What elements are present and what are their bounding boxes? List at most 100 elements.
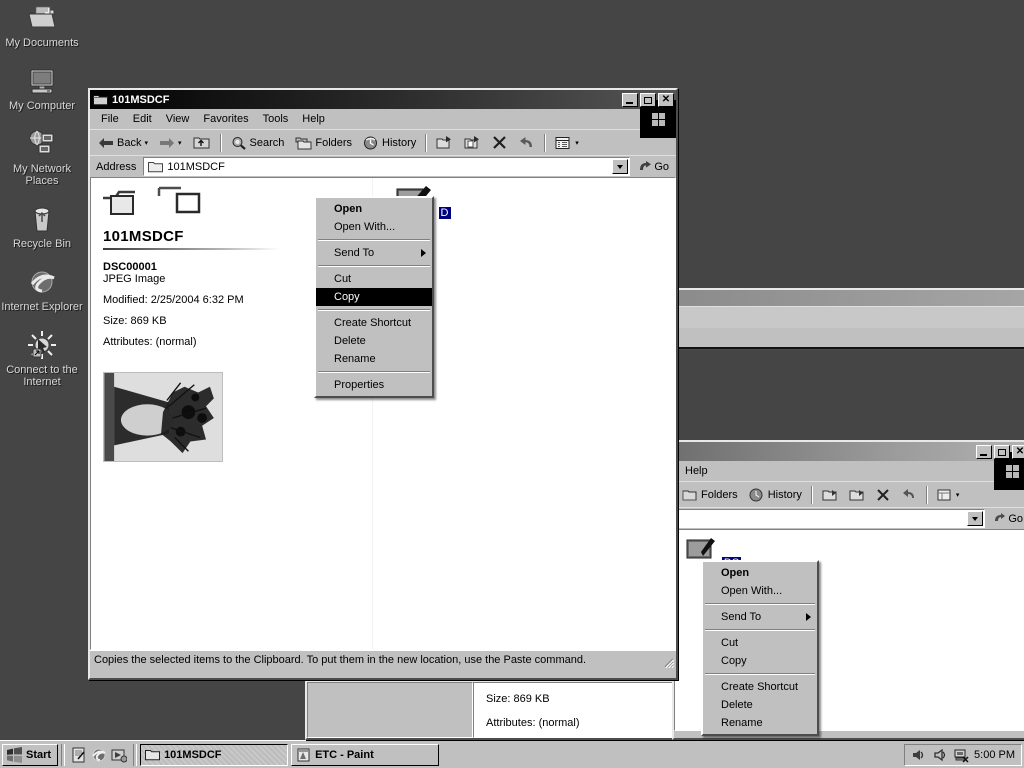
- network-status-icon[interactable]: [953, 747, 969, 763]
- menu-favorites[interactable]: Favorites: [196, 111, 255, 127]
- menu-edit[interactable]: Edit: [126, 111, 159, 127]
- system-tray[interactable]: 5:00 PM: [904, 743, 1022, 766]
- minimize-button[interactable]: [976, 444, 992, 459]
- second-context-menu-cut[interactable]: Cut: [703, 634, 817, 652]
- computer-icon: [30, 69, 54, 94]
- menu-help[interactable]: Help: [295, 111, 332, 127]
- minimize-button[interactable]: [622, 92, 638, 107]
- addressbar[interactable]: Address 101MSDCF Go: [90, 155, 676, 177]
- folders-button[interactable]: Folders: [290, 132, 357, 154]
- context-menu-create-shortcut[interactable]: Create Shortcut: [316, 314, 432, 332]
- toolbar-separator: [810, 485, 813, 504]
- undo-button[interactable]: [513, 131, 540, 154]
- menu-tools[interactable]: Tools: [256, 111, 296, 127]
- context-menu-copy[interactable]: Copy: [316, 288, 432, 306]
- desktop-icon-my-documents[interactable]: My Documents: [0, 2, 84, 49]
- menu-view[interactable]: View: [159, 111, 197, 127]
- back-caret-icon[interactable]: ▾: [144, 139, 148, 147]
- second-window-toolbar[interactable]: Folders History ▾: [674, 481, 1024, 507]
- second-context-menu-item-label: Send To: [721, 611, 762, 623]
- move-to-button[interactable]: [817, 484, 843, 506]
- copy-to-folder-icon: [849, 489, 864, 500]
- context-menu-delete[interactable]: Delete: [316, 332, 432, 350]
- undo-button[interactable]: [896, 484, 922, 506]
- second-explorer-window[interactable]: ✕ Help Folders History ▾ Go Open Open Wi…: [672, 440, 1024, 740]
- second-context-menu-delete[interactable]: Delete: [703, 696, 817, 714]
- context-menu-open[interactable]: Open: [316, 200, 432, 218]
- desktop-icon-connect-to-the-internet[interactable]: Connect to the Internet: [0, 329, 84, 388]
- copy-to-button[interactable]: [844, 484, 870, 506]
- task-button-label: 101MSDCF: [164, 748, 222, 761]
- second-context-menu-rename[interactable]: Rename: [703, 714, 817, 732]
- media-player-icon[interactable]: [111, 747, 128, 763]
- up-button[interactable]: [188, 131, 216, 154]
- folders-button[interactable]: Folders: [677, 484, 743, 506]
- second-context-menu-copy[interactable]: Copy: [703, 652, 817, 670]
- desktop[interactable]: My Documents My Computer My Network Plac…: [0, 0, 1024, 740]
- maximize-button[interactable]: [994, 444, 1010, 459]
- file-context-menu[interactable]: Open Open With... Send To Cut Copy Create Sho…: [314, 196, 434, 398]
- desktop-icon-internet-explorer[interactable]: Internet Explorer: [0, 266, 84, 313]
- sound-icon[interactable]: [932, 747, 948, 763]
- third-explorer-window[interactable]: Size: 869 KB Attributes: (normal): [305, 680, 677, 740]
- second-context-menu-open-with[interactable]: Open With...: [703, 582, 817, 600]
- context-menu-send-to[interactable]: Send To: [316, 244, 432, 262]
- second-window-context-menu[interactable]: Open Open With... Send To Cut Copy Create Sho…: [701, 560, 819, 736]
- maximize-button[interactable]: [640, 92, 656, 107]
- back-button[interactable]: Back ▾: [93, 132, 153, 154]
- forward-caret-icon[interactable]: ▾: [178, 139, 182, 147]
- second-context-menu-open[interactable]: Open: [703, 564, 817, 582]
- second-go-button[interactable]: Go: [989, 512, 1024, 525]
- volume-icon[interactable]: [911, 747, 927, 763]
- desktop-icon-my-computer[interactable]: My Computer: [0, 65, 84, 112]
- second-window-titlebar[interactable]: ✕: [674, 442, 1024, 461]
- views-caret-icon[interactable]: ▾: [575, 139, 579, 147]
- go-button[interactable]: Go: [634, 160, 673, 173]
- menu-file[interactable]: File: [94, 111, 126, 127]
- submenu-arrow-icon: [806, 613, 811, 621]
- resize-grip[interactable]: [662, 656, 675, 669]
- forward-button[interactable]: ▾: [154, 132, 187, 154]
- internet-explorer-icon[interactable]: [91, 747, 107, 763]
- close-button[interactable]: ✕: [1012, 444, 1024, 459]
- start-button[interactable]: Start: [2, 743, 59, 766]
- move-to-button[interactable]: [431, 131, 458, 154]
- task-button-etc-paint[interactable]: ETC - Paint: [291, 743, 440, 766]
- task-button-101msdcf[interactable]: 101MSDCF: [140, 743, 289, 766]
- background-window-titlebar[interactable]: [674, 290, 1024, 306]
- context-menu-cut[interactable]: Cut: [316, 270, 432, 288]
- address-dropdown-button[interactable]: [612, 159, 629, 174]
- views-button[interactable]: ▾: [932, 484, 965, 506]
- menubar[interactable]: File Edit View Favorites Tools Help: [90, 100, 676, 138]
- views-button[interactable]: ▾: [550, 132, 584, 154]
- address-combo[interactable]: 101MSDCF: [143, 157, 631, 176]
- second-address-combo[interactable]: [677, 509, 986, 528]
- delete-button[interactable]: [487, 131, 512, 154]
- background-paint-window[interactable]: [672, 288, 1024, 350]
- close-button[interactable]: ✕: [658, 92, 674, 107]
- titlebar[interactable]: 101MSDCF ✕: [90, 90, 676, 109]
- status-text: Copies the selected items to the Clipboa…: [94, 654, 587, 666]
- explorer-window[interactable]: 101MSDCF ✕ File Edit View Favorites Tools Hel…: [88, 88, 678, 680]
- image-thumbnail[interactable]: [103, 372, 223, 462]
- history-button[interactable]: History: [744, 484, 807, 506]
- second-address-dropdown-button[interactable]: [967, 511, 984, 526]
- context-menu-properties[interactable]: Properties: [316, 376, 432, 394]
- taskbar[interactable]: Start 101MSDCF ETC - Paint 5:00 PM: [0, 740, 1024, 768]
- desktop-icon-recycle-bin[interactable]: Recycle Bin: [0, 203, 84, 250]
- quick-launch-bar[interactable]: [68, 747, 130, 763]
- history-button[interactable]: History: [358, 132, 421, 154]
- second-context-menu-send-to[interactable]: Send To: [703, 608, 817, 626]
- menu-help[interactable]: Help: [678, 463, 715, 479]
- search-button[interactable]: Search: [226, 132, 290, 154]
- second-context-menu-create-shortcut[interactable]: Create Shortcut: [703, 678, 817, 696]
- second-window-addressbar[interactable]: Go: [674, 507, 1024, 529]
- second-window-menubar[interactable]: Help: [674, 452, 1024, 490]
- toolbar[interactable]: Back ▾ ▾ Search Folders History ▾: [90, 129, 676, 155]
- copy-to-button[interactable]: [459, 131, 486, 154]
- context-menu-open-with[interactable]: Open With...: [316, 218, 432, 236]
- show-desktop-icon[interactable]: [71, 747, 87, 763]
- desktop-icon-my-network-places[interactable]: My Network Places: [0, 128, 84, 187]
- context-menu-rename[interactable]: Rename: [316, 350, 432, 368]
- delete-button[interactable]: [871, 484, 895, 506]
